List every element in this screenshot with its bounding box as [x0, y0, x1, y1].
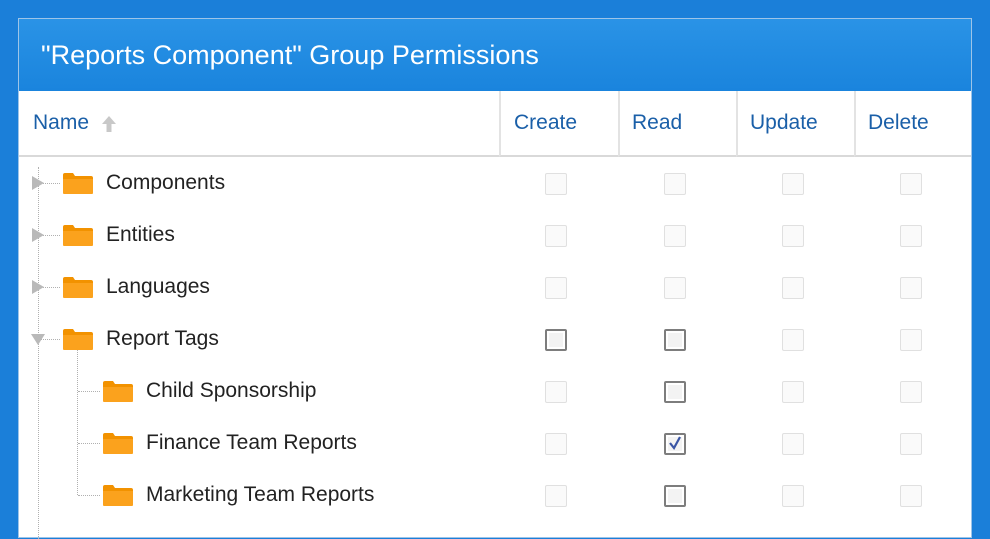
tree-item-label[interactable]: Report Tags	[106, 327, 219, 351]
read-permission-checkbox[interactable]	[664, 381, 686, 403]
update-permission-checkbox[interactable]	[782, 173, 804, 195]
triangle-right-icon[interactable]	[30, 175, 46, 191]
sort-ascending-arrow-icon[interactable]	[101, 115, 117, 133]
update-permission-checkbox[interactable]	[782, 485, 804, 507]
tree-item-label[interactable]: Entities	[106, 223, 175, 247]
delete-permission-checkbox[interactable]	[900, 329, 922, 351]
create-permission-checkbox[interactable]	[545, 225, 567, 247]
column-header-delete-label: Delete	[868, 111, 929, 134]
folder-icon	[103, 381, 133, 402]
folder-icon	[63, 225, 93, 246]
permissions-panel: "Reports Component" Group Permissions Na…	[18, 18, 972, 539]
tree-row: Entities	[19, 209, 971, 261]
create-permission-checkbox[interactable]	[545, 433, 567, 455]
folder-icon	[63, 277, 93, 298]
create-permission-checkbox[interactable]	[545, 329, 567, 351]
tree-row: Report Tags	[19, 313, 971, 365]
tree-row: Finance Team Reports	[19, 417, 971, 469]
tree-connector	[78, 443, 100, 444]
delete-permission-checkbox[interactable]	[900, 173, 922, 195]
triangle-right-icon[interactable]	[30, 279, 46, 295]
delete-permission-checkbox[interactable]	[900, 381, 922, 403]
checkmark-icon	[669, 436, 681, 450]
tree-row: Components	[19, 157, 971, 209]
column-header-delete[interactable]: Delete	[854, 91, 971, 157]
read-permission-checkbox[interactable]	[664, 485, 686, 507]
read-permission-checkbox[interactable]	[664, 433, 686, 455]
column-header-update[interactable]: Update	[736, 91, 854, 157]
delete-permission-checkbox[interactable]	[900, 433, 922, 455]
tree-item-label[interactable]: Child Sponsorship	[146, 379, 316, 403]
update-permission-checkbox[interactable]	[782, 381, 804, 403]
column-header-create-label: Create	[514, 111, 578, 134]
column-header-name-label: Name	[33, 111, 90, 134]
folder-icon	[63, 329, 93, 350]
create-permission-checkbox[interactable]	[545, 485, 567, 507]
folder-icon	[103, 433, 133, 454]
column-header-create[interactable]: Create	[499, 91, 618, 157]
tree-connector	[78, 495, 100, 496]
update-permission-checkbox[interactable]	[782, 225, 804, 247]
tree-row: Marketing Team Reports	[19, 469, 971, 521]
create-permission-checkbox[interactable]	[545, 277, 567, 299]
tree-item-label[interactable]: Marketing Team Reports	[146, 483, 374, 507]
triangle-down-icon[interactable]	[30, 331, 46, 347]
column-header-read[interactable]: Read	[618, 91, 736, 157]
delete-permission-checkbox[interactable]	[900, 277, 922, 299]
tree-item-label[interactable]: Finance Team Reports	[146, 431, 357, 455]
tree-connector	[78, 391, 100, 392]
update-permission-checkbox[interactable]	[782, 277, 804, 299]
folder-icon	[63, 173, 93, 194]
tree-row: Child Sponsorship	[19, 365, 971, 417]
update-permission-checkbox[interactable]	[782, 433, 804, 455]
read-permission-checkbox[interactable]	[664, 225, 686, 247]
create-permission-checkbox[interactable]	[545, 381, 567, 403]
folder-icon	[103, 485, 133, 506]
column-header-update-label: Update	[750, 111, 818, 134]
delete-permission-checkbox[interactable]	[900, 225, 922, 247]
read-permission-checkbox[interactable]	[664, 329, 686, 351]
read-permission-checkbox[interactable]	[664, 277, 686, 299]
column-header-name[interactable]: Name	[19, 91, 499, 157]
delete-permission-checkbox[interactable]	[900, 485, 922, 507]
create-permission-checkbox[interactable]	[545, 173, 567, 195]
tree-row: Languages	[19, 261, 971, 313]
update-permission-checkbox[interactable]	[782, 329, 804, 351]
column-header-read-label: Read	[632, 111, 683, 134]
triangle-right-icon[interactable]	[30, 227, 46, 243]
panel-title: "Reports Component" Group Permissions	[19, 19, 971, 91]
tree-item-label[interactable]: Languages	[106, 275, 210, 299]
tree-item-label[interactable]: Components	[106, 171, 225, 195]
read-permission-checkbox[interactable]	[664, 173, 686, 195]
